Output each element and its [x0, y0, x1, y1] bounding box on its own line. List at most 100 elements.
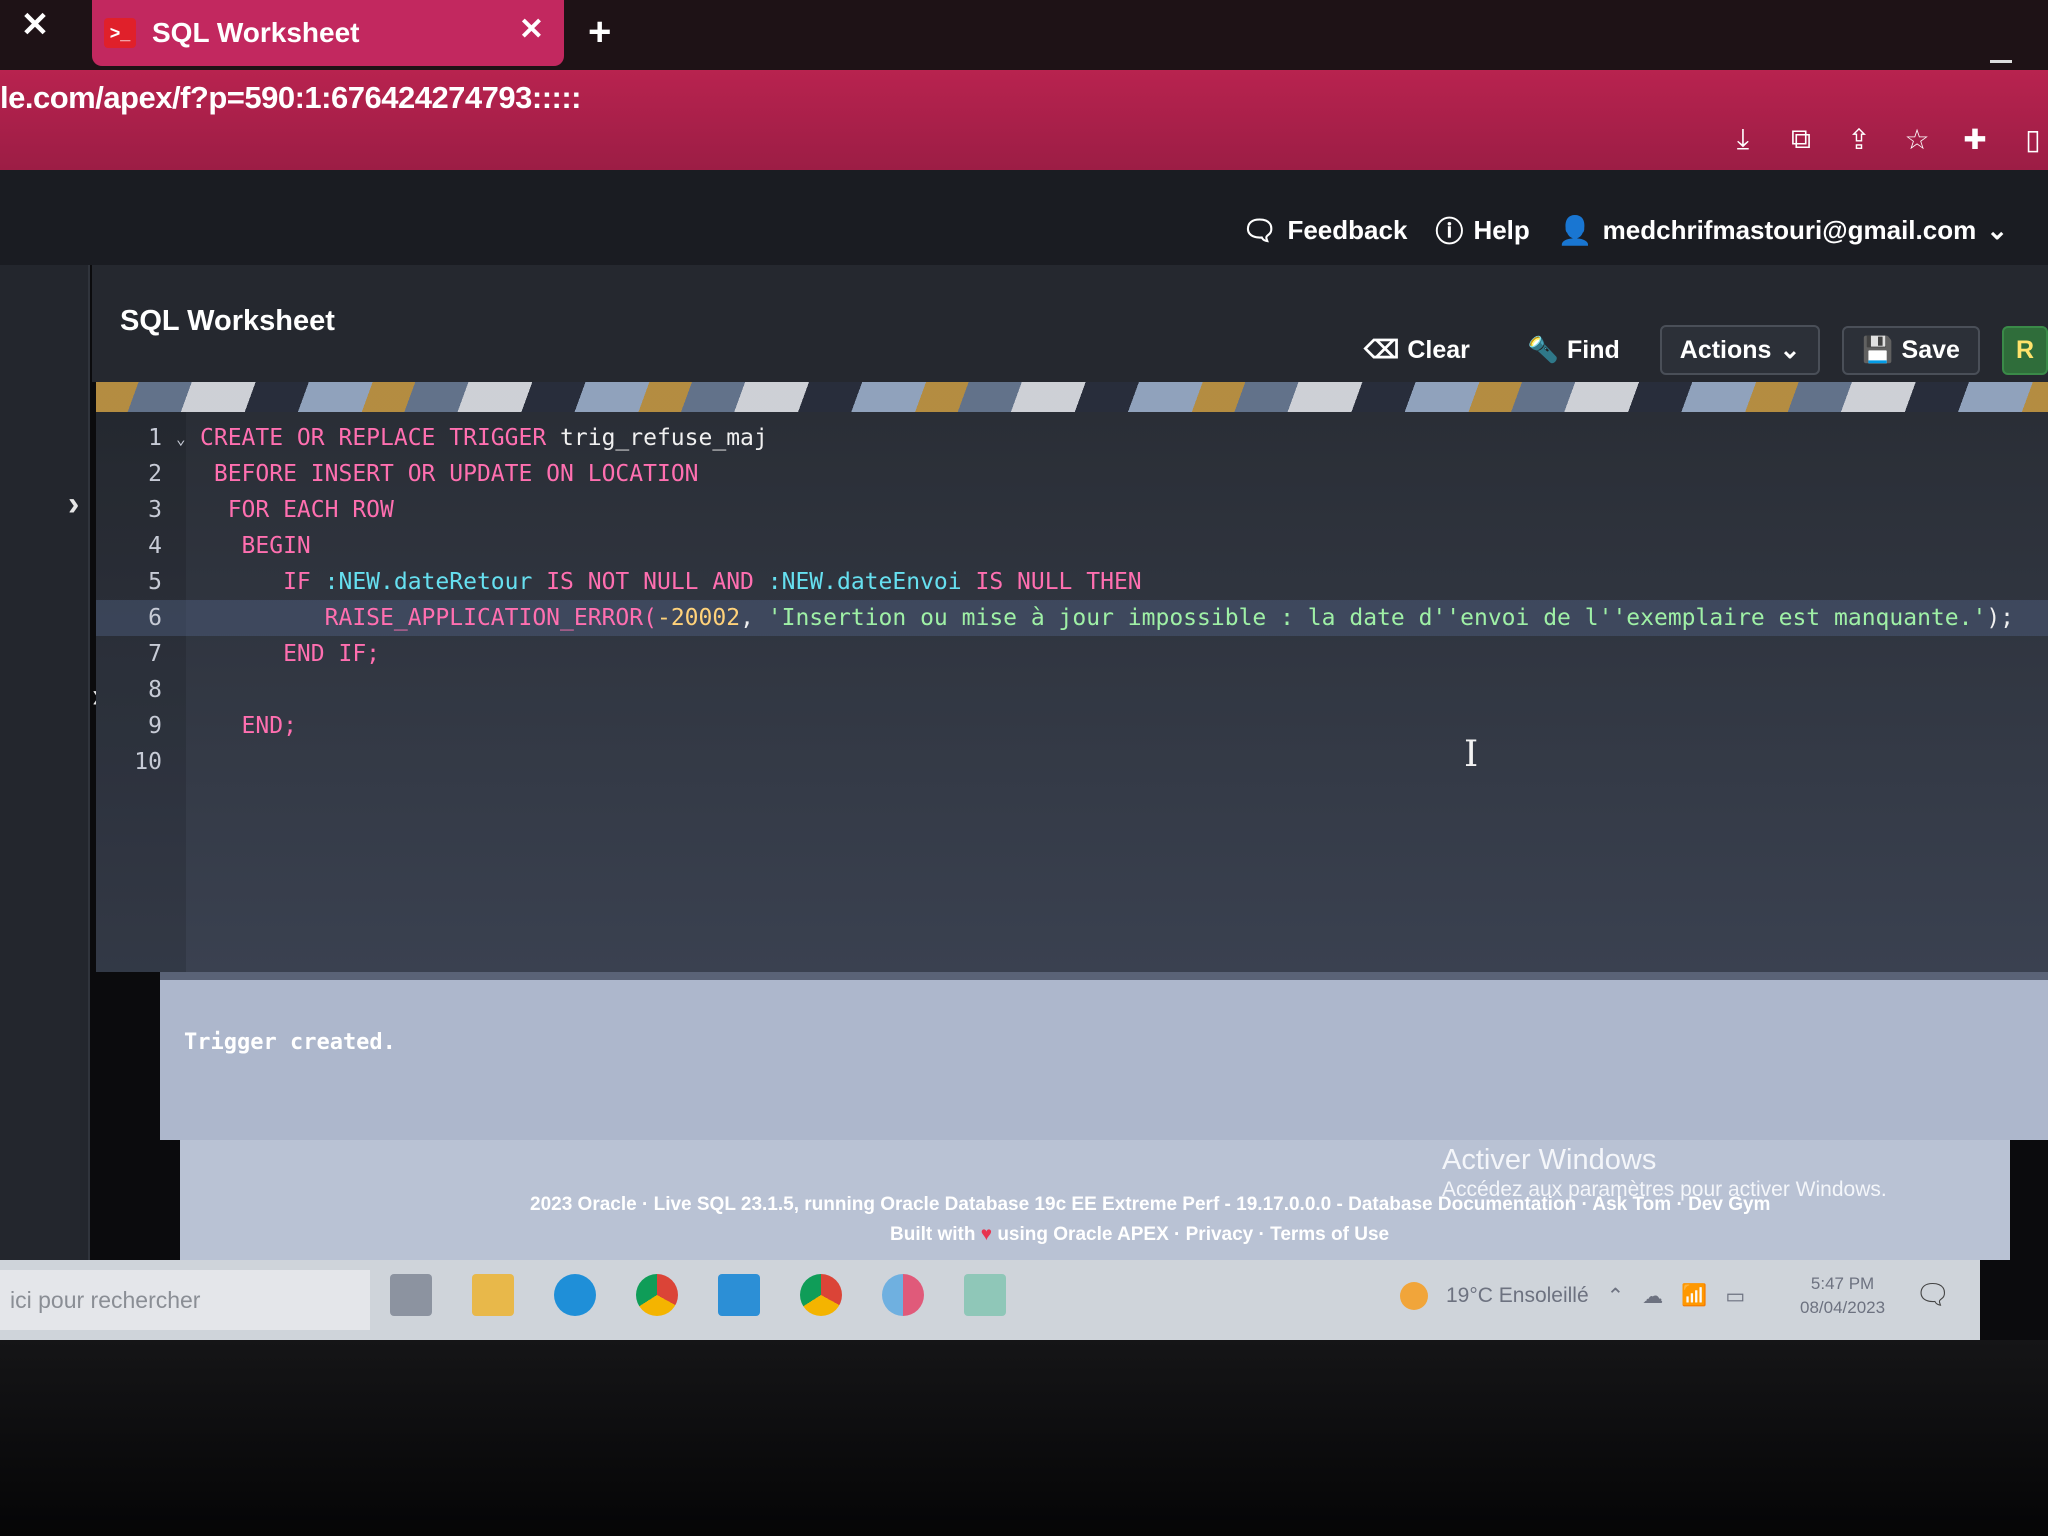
- edge-icon[interactable]: [554, 1274, 596, 1316]
- code-token: :NEW.dateEnvoi: [767, 569, 962, 595]
- notification-icon[interactable]: 🗨: [1915, 1278, 1951, 1311]
- code-line[interactable]: 9 END;: [96, 708, 2048, 744]
- decorative-banner: [96, 382, 2048, 412]
- find-label: Find: [1567, 335, 1620, 364]
- code-line[interactable]: 4 BEGIN: [96, 528, 2048, 564]
- translate-icon[interactable]: ⧉: [1786, 123, 1816, 154]
- app-icon[interactable]: [964, 1274, 1006, 1316]
- code-line[interactable]: 1 ⌄ CREATE OR REPLACE TRIGGER trig_refuse_…: [96, 420, 2048, 456]
- bookmark-star-icon[interactable]: ☆: [1902, 124, 1932, 155]
- weather-sun-icon: [1400, 1282, 1428, 1310]
- windows-taskbar: ici pour rechercher 19°C Ensoleillé ⌃ ☁ …: [0, 1260, 1980, 1340]
- result-message: Trigger created.: [184, 1030, 396, 1055]
- download-icon[interactable]: ⤓: [1728, 123, 1758, 154]
- code-line[interactable]: 6 RAISE_APPLICATION_ERROR(-20002, 'Inser…: [96, 600, 2048, 636]
- help-circle-icon: ⓘ: [1435, 216, 1464, 247]
- line-number: 2: [148, 461, 162, 487]
- expand-chevron-icon[interactable]: ›: [68, 485, 79, 524]
- wifi-icon[interactable]: 📶: [1681, 1284, 1707, 1308]
- code-line[interactable]: 8: [96, 672, 2048, 708]
- battery-icon[interactable]: ▭: [1725, 1284, 1745, 1309]
- code-token: IF: [200, 569, 325, 595]
- actions-menu-button[interactable]: Actions ⌄: [1659, 325, 1821, 375]
- code-line[interactable]: 5 IF :NEW.dateRetour IS NOT NULL AND :NE…: [96, 564, 2048, 600]
- line-number: 8: [148, 677, 162, 703]
- close-icon[interactable]: ✕: [0, 0, 70, 50]
- line-number: 6: [148, 605, 162, 631]
- code-token: END IF;: [200, 641, 381, 667]
- extensions-puzzle-icon[interactable]: ✚: [1960, 124, 1990, 155]
- url-field[interactable]: le.com/apex/f?p=590:1:676424274793:::::: [0, 80, 582, 116]
- tab-close-icon[interactable]: ✕: [519, 12, 544, 47]
- fold-chevron-icon[interactable]: ⌄: [176, 429, 200, 448]
- chevron-up-icon[interactable]: ⌃: [1607, 1284, 1625, 1309]
- text-cursor-icon: I: [1464, 734, 1479, 775]
- task-view-icon[interactable]: [390, 1274, 432, 1316]
- code-token: BEGIN: [200, 533, 311, 559]
- side-panel-icon[interactable]: ▯: [2018, 124, 2048, 155]
- code-token: CREATE OR REPLACE TRIGGER: [200, 425, 561, 451]
- results-panel: Trigger created.: [160, 980, 2048, 1140]
- speech-bubble-icon: 🗨: [1241, 214, 1278, 246]
- chrome-profile-icon[interactable]: [882, 1274, 924, 1316]
- footer-built-with: Built with ♥ using Oracle APEX · Privacy…: [890, 1224, 1389, 1246]
- code-token: BEFORE INSERT OR UPDATE ON: [200, 461, 588, 487]
- chrome-icon[interactable]: [636, 1274, 678, 1316]
- code-line[interactable]: 7 END IF;: [96, 636, 2048, 672]
- run-button[interactable]: R: [2001, 325, 2048, 375]
- code-token: ,: [740, 605, 768, 631]
- feedback-link[interactable]: 🗨 Feedback: [1242, 214, 1408, 247]
- worksheet-toolbar: ⌫ Clear 🔦 Find Actions ⌄ 💾 Save R: [1346, 325, 2048, 375]
- help-label: Help: [1473, 214, 1530, 245]
- user-email: medchrifmastouri@gmail.com: [1602, 214, 1977, 245]
- code-token: END;: [200, 713, 297, 739]
- run-label: R: [2015, 335, 2034, 364]
- code-token: RAISE_APPLICATION_ERROR(: [200, 605, 657, 631]
- worksheet-header: SQL Worksheet ⌫ Clear 🔦 Find Actions ⌄ 💾…: [92, 265, 2048, 382]
- windows-activation-title: Activer Windows: [1442, 1144, 1657, 1176]
- line-number: 3: [148, 497, 162, 523]
- app-header: 🗨 Feedback ⓘ Help 👤 medchrifmastouri@gma…: [0, 170, 2048, 265]
- code-line[interactable]: 3 FOR EACH ROW: [96, 492, 2048, 528]
- minimize-icon[interactable]: [1990, 60, 2012, 63]
- code-line[interactable]: 2 BEFORE INSERT OR UPDATE ON LOCATION: [96, 456, 2048, 492]
- clear-button[interactable]: ⌫ Clear: [1346, 327, 1488, 373]
- line-number: 1: [148, 425, 162, 451]
- code-token: );: [1986, 605, 2015, 631]
- taskbar-apps: [390, 1274, 1006, 1316]
- user-menu[interactable]: 👤 medchrifmastouri@gmail.com ⌄: [1558, 214, 2008, 247]
- left-navigation-rail: › ›: [0, 265, 103, 1285]
- flashlight-icon: 🔦: [1527, 335, 1559, 364]
- file-explorer-icon[interactable]: [472, 1274, 514, 1316]
- chevron-down-icon: ⌄: [1986, 214, 2008, 245]
- onedrive-icon[interactable]: ☁: [1642, 1284, 1663, 1309]
- sql-editor[interactable]: 1 ⌄ CREATE OR REPLACE TRIGGER trig_refuse_…: [96, 412, 2048, 972]
- mail-icon[interactable]: [718, 1274, 760, 1316]
- weather-text[interactable]: 19°C Ensoleillé: [1446, 1284, 1589, 1308]
- built-with-label: Built with: [890, 1224, 976, 1245]
- eraser-icon: ⌫: [1363, 336, 1400, 364]
- share-icon[interactable]: ⇪: [1844, 124, 1874, 155]
- new-tab-icon[interactable]: +: [588, 10, 611, 55]
- browser-toolbar: ⤓ ⧉ ⇪ ☆ ✚ ▯: [1728, 123, 2048, 155]
- footer-links[interactable]: using Oracle APEX · Privacy · Terms of U…: [997, 1224, 1389, 1245]
- chrome-profile-icon[interactable]: [800, 1274, 842, 1316]
- taskbar-search-input[interactable]: ici pour rechercher: [0, 1270, 370, 1330]
- chevron-down-icon: ⌄: [1779, 336, 1801, 364]
- find-button[interactable]: 🔦 Find: [1510, 328, 1638, 373]
- line-number: 5: [148, 569, 162, 595]
- laptop-bezel: [0, 1340, 2048, 1536]
- page-title: SQL Worksheet: [120, 305, 335, 337]
- taskbar-clock[interactable]: 5:47 PM 08/04/2023: [1800, 1272, 1885, 1320]
- resize-splitter[interactable]: [160, 972, 2048, 980]
- help-link[interactable]: ⓘ Help: [1435, 210, 1529, 250]
- code-line[interactable]: 10: [96, 744, 2048, 780]
- browser-tab-bar: ✕ >_ SQL Worksheet ✕ + ⌄: [0, 0, 2048, 84]
- line-number: 4: [148, 533, 162, 559]
- save-button[interactable]: 💾 Save: [1842, 325, 1980, 375]
- clear-label: Clear: [1407, 335, 1470, 364]
- floppy-disk-icon: 💾: [1862, 335, 1894, 364]
- save-label: Save: [1901, 335, 1960, 364]
- line-number: 7: [148, 641, 162, 667]
- tab-sql-worksheet[interactable]: >_ SQL Worksheet ✕: [92, 0, 564, 66]
